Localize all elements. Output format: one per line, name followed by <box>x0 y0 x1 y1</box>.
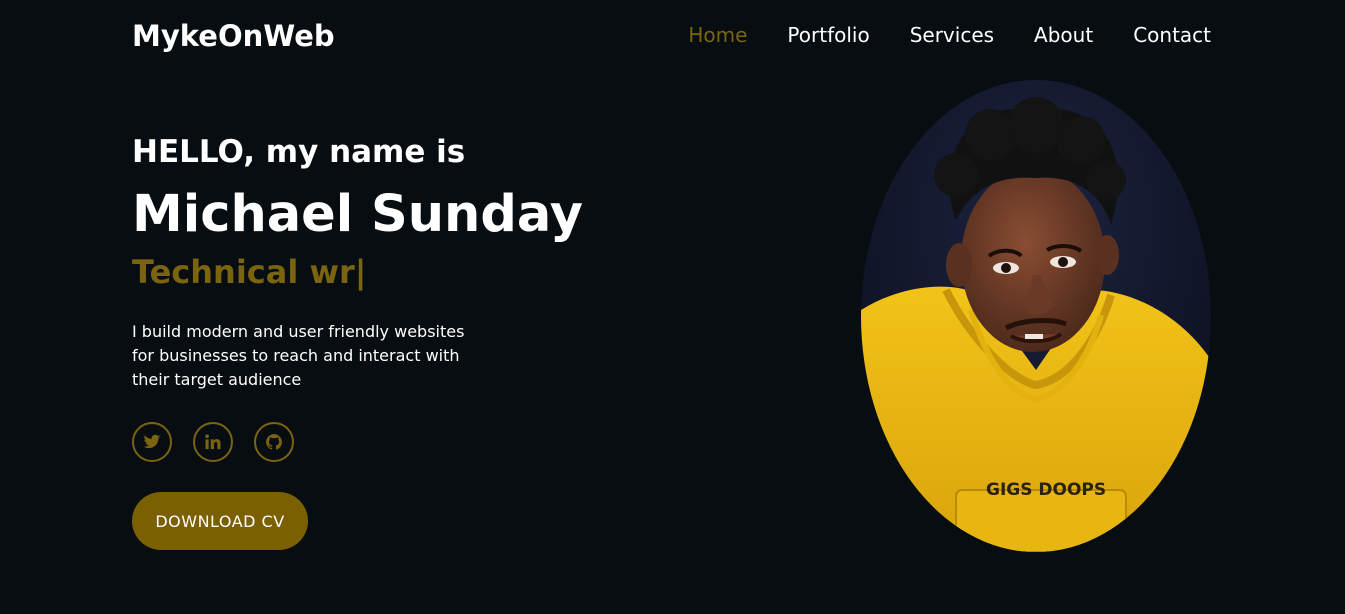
linkedin-link[interactable] <box>193 422 233 462</box>
nav-portfolio[interactable]: Portfolio <box>787 22 869 48</box>
github-icon <box>266 434 282 450</box>
github-link[interactable] <box>254 422 294 462</box>
page: MykeOnWeb Home Portfolio Services About … <box>0 0 1345 614</box>
hero-role-typing: Technical wr| <box>132 253 367 291</box>
nav-home[interactable]: Home <box>688 22 747 48</box>
portrait-illustration: GIGS DOOPS <box>861 80 1211 552</box>
download-cv-button[interactable]: DOWNLOAD CV <box>132 492 308 550</box>
twitter-icon <box>143 434 161 449</box>
svg-text:GIGS DOOPS: GIGS DOOPS <box>986 480 1106 500</box>
hero-greeting: HELLO, my name is <box>132 134 466 170</box>
social-links <box>132 422 294 462</box>
twitter-link[interactable] <box>132 422 172 462</box>
profile-photo: GIGS DOOPS <box>861 80 1211 552</box>
nav-about[interactable]: About <box>1034 22 1093 48</box>
hero-bio: I build modern and user friendly website… <box>132 322 465 389</box>
nav-services[interactable]: Services <box>910 22 994 48</box>
hero-name: Michael Sunday <box>132 185 583 244</box>
nav-contact[interactable]: Contact <box>1133 22 1211 48</box>
site-logo[interactable]: MykeOnWeb <box>132 18 335 54</box>
linkedin-icon <box>205 434 221 450</box>
main-nav: Home Portfolio Services About Contact <box>648 22 1211 48</box>
